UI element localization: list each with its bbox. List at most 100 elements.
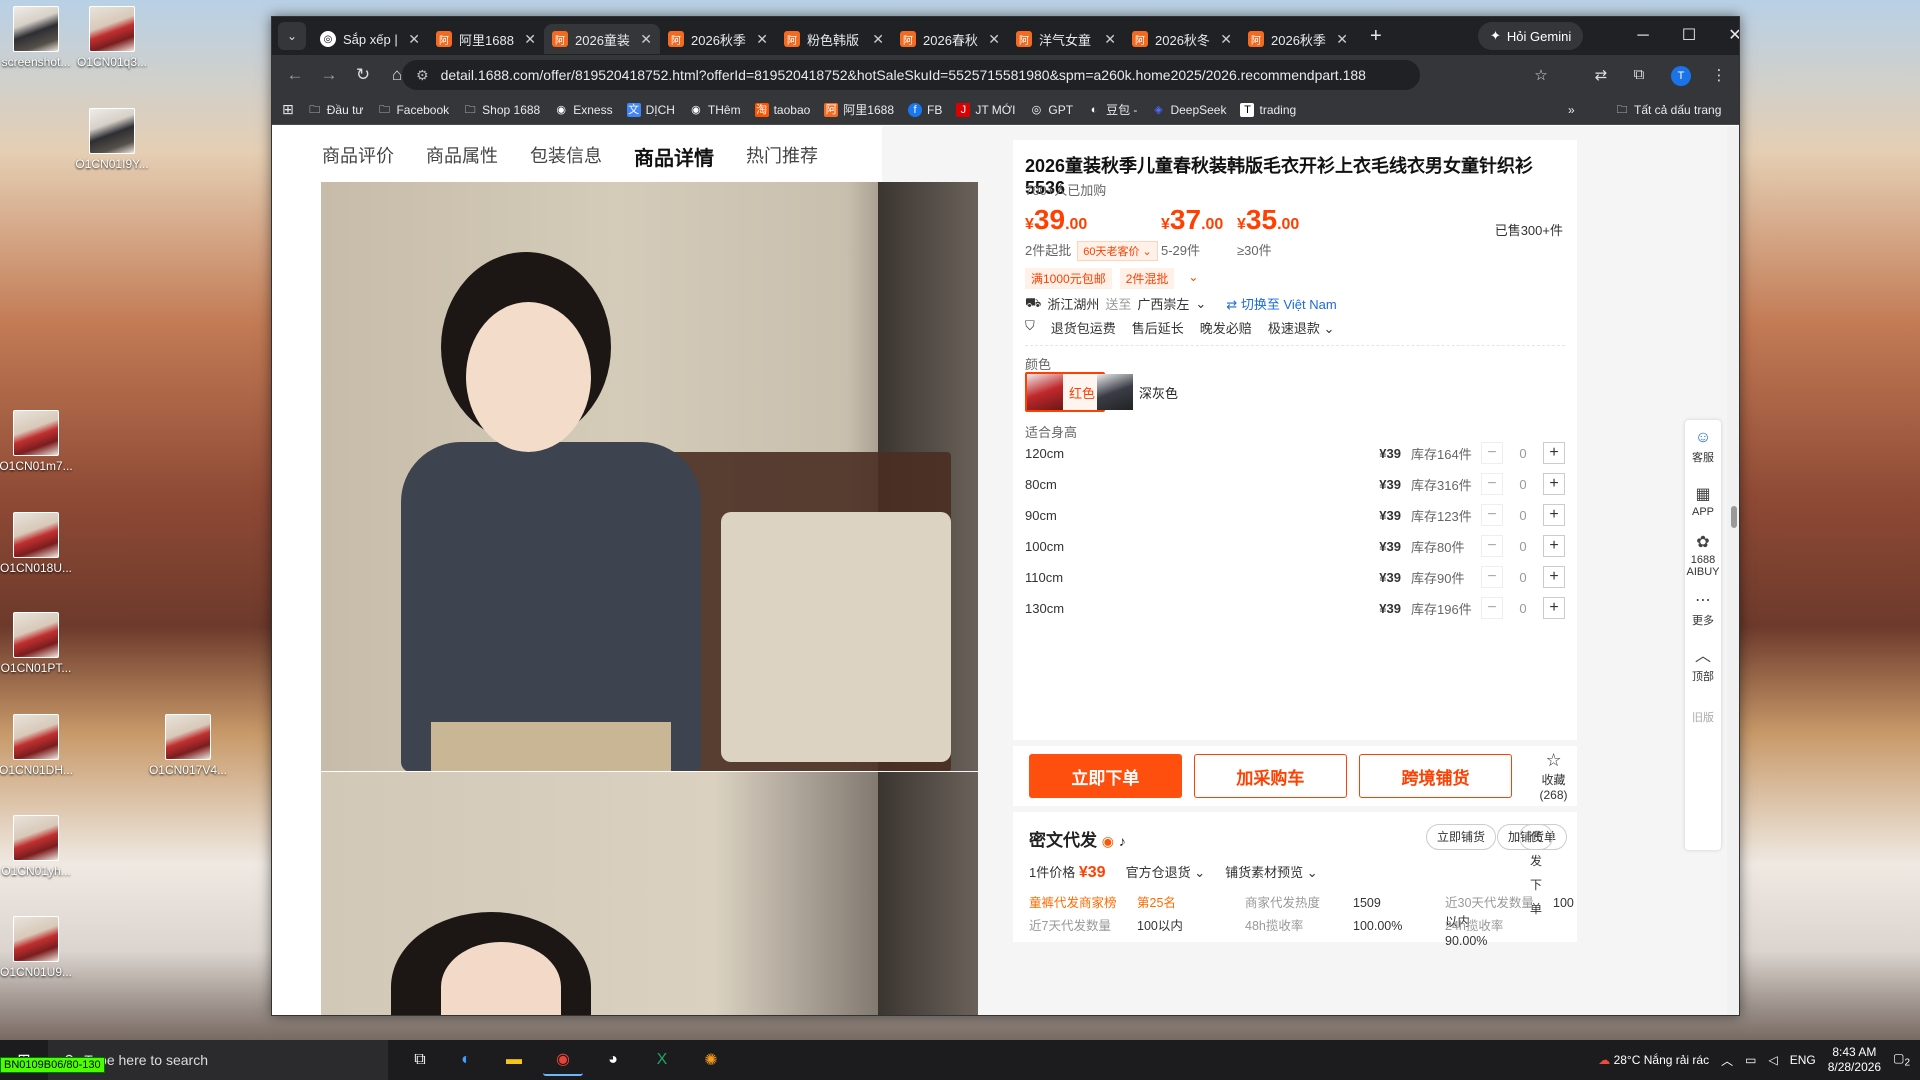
dropship-order-button[interactable]: 代发下单 — [1519, 824, 1554, 916]
close-icon[interactable]: ✕ — [1220, 31, 1232, 48]
bookmark-item[interactable]: 🗀 Facebook — [377, 103, 449, 117]
decrement-button[interactable]: − — [1481, 566, 1503, 588]
desktop-icon[interactable]: O1CN017V4... — [138, 714, 238, 777]
more-button[interactable]: ⋯ 更多 — [1685, 582, 1721, 636]
reload-button[interactable]: ↻ — [346, 65, 380, 85]
tab-attributes[interactable]: 商品属性 — [426, 142, 498, 171]
desktop-icon[interactable]: O1CN01I9Y... — [62, 108, 162, 171]
quantity-input[interactable]: 0 — [1503, 601, 1543, 616]
aibuy-button[interactable]: ✿ 1688 AIBUY — [1685, 528, 1721, 582]
color-option-red[interactable]: 红色 — [1025, 372, 1106, 412]
bookmark-item[interactable]: 🗀 Shop 1688 — [463, 103, 541, 117]
star-icon[interactable]: ☆ — [1531, 66, 1551, 86]
apps-icon[interactable]: ⊞ — [282, 101, 294, 118]
bookmark-item[interactable]: 🗀 Đầu tư — [308, 103, 363, 117]
page-scrollbar[interactable] — [1727, 126, 1739, 1015]
favorite-button[interactable]: ☆ 收藏 (268) — [1530, 750, 1577, 802]
decrement-button[interactable]: − — [1481, 597, 1503, 619]
tab-packaging[interactable]: 包装信息 — [530, 142, 602, 171]
color-option-darkgray[interactable]: 深灰色 — [1097, 372, 1186, 412]
customer-service-button[interactable]: ☺ 客服 — [1685, 420, 1721, 474]
edge-app[interactable]: ◐ — [446, 1044, 486, 1076]
increment-button[interactable]: + — [1543, 535, 1565, 557]
return-dropdown[interactable]: 官方仓退货 ⌄ — [1126, 862, 1206, 882]
tab-reviews[interactable]: 商品评价 — [322, 142, 394, 171]
stat-key[interactable]: 童裤代发商家榜 — [1029, 892, 1137, 911]
loyalty-badge[interactable]: 60天老客价 ⌄ — [1077, 241, 1158, 261]
speaker-icon[interactable]: ◁ — [1768, 1053, 1777, 1067]
scrollbar-thumb[interactable] — [1731, 506, 1737, 528]
bookmark-item[interactable]: Ttrading — [1240, 102, 1296, 117]
excel-app[interactable]: X — [642, 1044, 682, 1076]
chrome-app[interactable]: ◉ — [543, 1044, 583, 1076]
new-tab-button[interactable]: + — [1370, 25, 1382, 48]
bookmark-item[interactable]: ◉ THêm — [689, 103, 740, 117]
close-icon[interactable]: ✕ — [872, 31, 884, 48]
list-now-button[interactable]: 立即铺货 — [1426, 824, 1497, 850]
buy-now-button[interactable]: 立即下单 — [1029, 754, 1182, 798]
desktop-icon[interactable]: O1CN01yh... — [0, 815, 86, 878]
maximize-button[interactable]: ☐ — [1669, 23, 1709, 49]
minimize-button[interactable]: ─ — [1623, 23, 1663, 49]
task-view-button[interactable]: ⧉ — [400, 1044, 440, 1076]
increment-button[interactable]: + — [1543, 597, 1565, 619]
decrement-button[interactable]: − — [1481, 504, 1503, 526]
menu-icon[interactable]: ⋮ — [1709, 66, 1729, 86]
increment-button[interactable]: + — [1543, 473, 1565, 495]
decrement-button[interactable]: − — [1481, 473, 1503, 495]
quantity-input[interactable]: 0 — [1503, 508, 1543, 523]
chevron-down-icon[interactable]: ⌄ — [1182, 268, 1204, 289]
tab-recommend[interactable]: 热门推荐 — [746, 142, 818, 171]
bookmark-item[interactable]: J JT MỚI — [956, 102, 1015, 117]
app-badge[interactable]: ◕ — [593, 1044, 633, 1076]
extensions-icon[interactable]: ⧉ — [1629, 66, 1649, 86]
cross-border-button[interactable]: 跨境铺货 — [1358, 754, 1513, 798]
increment-button[interactable]: + — [1543, 442, 1565, 464]
guarantee-dropdown[interactable]: 极速退款 ⌄ — [1268, 318, 1335, 337]
app-button[interactable]: ▦ APP — [1685, 474, 1721, 528]
browser-tab[interactable]: 阿洋气女童 ✕ — [1008, 24, 1124, 54]
browser-tab-active[interactable]: 阿 2026童装 ✕ — [544, 24, 660, 54]
explorer-app[interactable]: ▬ — [494, 1044, 534, 1076]
bookmark-item[interactable]: 阿阿里1688 — [824, 101, 894, 118]
weather-widget[interactable]: ☁ 28°C Nắng rải rác — [1598, 1053, 1709, 1067]
profile-avatar[interactable]: T — [1671, 66, 1691, 86]
browser-tab[interactable]: 阿 2026秋季 ✕ — [660, 24, 776, 54]
close-icon[interactable]: ✕ — [988, 31, 1000, 48]
network-icon[interactable]: ▭ — [1745, 1053, 1756, 1067]
site-info-icon[interactable]: ⚙ — [416, 67, 429, 84]
old-version-button[interactable]: 旧版 — [1685, 690, 1721, 744]
browser-tab[interactable]: 阿阿里1688 ✕ — [428, 24, 544, 54]
close-window-button[interactable]: ✕ — [1715, 23, 1739, 49]
add-to-cart-button[interactable]: 加采购车 — [1193, 754, 1347, 798]
tab-search-button[interactable]: ⌄ — [278, 22, 306, 50]
notifications-button[interactable]: ▢2 — [1893, 1051, 1910, 1068]
close-icon[interactable]: ✕ — [1336, 31, 1348, 48]
more-bookmarks-button[interactable]: » — [1568, 103, 1575, 117]
quantity-input[interactable]: 0 — [1503, 446, 1543, 461]
close-icon[interactable]: ✕ — [1104, 31, 1116, 48]
browser-tab[interactable]: 阿 2026秋季 ✕ — [1240, 24, 1356, 54]
bookmark-item[interactable]: 淘 taobao — [754, 102, 810, 117]
close-icon[interactable]: ✕ — [756, 31, 768, 48]
close-icon[interactable]: ✕ — [408, 31, 420, 48]
chevron-up-icon[interactable]: ︿ — [1721, 1052, 1733, 1069]
quantity-input[interactable]: 0 — [1503, 570, 1543, 585]
browser-tab[interactable]: 阿 2026秋冬 ✕ — [1124, 24, 1240, 54]
bookmark-item[interactable]: 文 DỊCH — [626, 102, 675, 117]
bookmark-item[interactable]: ◉ Exness — [554, 103, 612, 117]
ship-to-select[interactable]: 广西崇左 — [1137, 294, 1189, 313]
switch-country-link[interactable]: ⇄ 切换至 Việt Nam — [1226, 294, 1336, 313]
gemini-button[interactable]: ✦ Hỏi Gemini — [1478, 22, 1584, 50]
desktop-icon[interactable]: O1CN01DH... — [0, 714, 86, 777]
forward-button[interactable]: → — [312, 65, 346, 85]
desktop-icon[interactable]: O1CN01U9... — [0, 916, 86, 979]
close-icon[interactable]: ✕ — [524, 31, 536, 48]
app-icon[interactable]: ✺ — [691, 1044, 731, 1076]
close-icon[interactable]: ✕ — [640, 31, 652, 48]
bookmark-item[interactable]: ◎ GPT — [1029, 103, 1073, 117]
increment-button[interactable]: + — [1543, 566, 1565, 588]
increment-button[interactable]: + — [1543, 504, 1565, 526]
browser-tab[interactable]: ◎ Sắp xếp | ✕ — [312, 24, 428, 54]
desktop-icon[interactable]: O1CN01q3... — [62, 6, 162, 69]
